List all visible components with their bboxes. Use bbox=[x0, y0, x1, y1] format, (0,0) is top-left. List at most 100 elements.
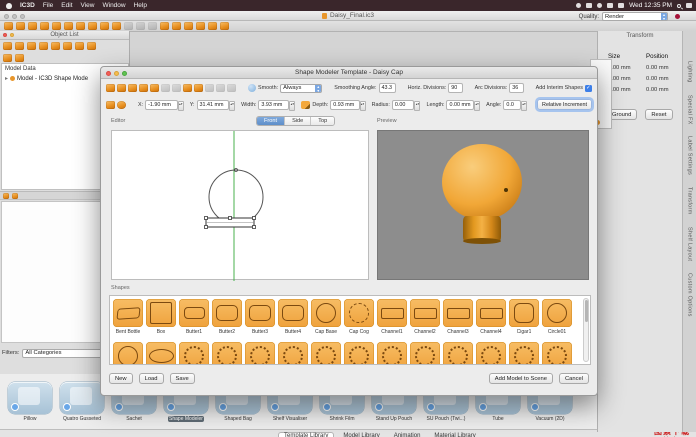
shape-bent[interactable]: Bent Bottle bbox=[113, 299, 143, 335]
record-icon[interactable] bbox=[675, 14, 680, 19]
side-tab-special-fx[interactable]: Special FX bbox=[687, 95, 693, 125]
shape-circle[interactable]: Cap Base bbox=[311, 299, 341, 335]
save-button[interactable]: Save bbox=[170, 373, 195, 384]
template-pillow[interactable]: Pillow bbox=[4, 382, 56, 422]
shape-flower[interactable] bbox=[377, 342, 407, 365]
menu-item-window[interactable]: Window bbox=[102, 2, 125, 9]
smoothing-angle-field[interactable]: 43.3 bbox=[379, 83, 396, 93]
minimize-icon[interactable] bbox=[114, 71, 119, 76]
filters-select[interactable]: All Categories▴▾ bbox=[22, 349, 108, 358]
cancel-button[interactable]: Cancel bbox=[559, 373, 589, 384]
shape-flower[interactable] bbox=[278, 342, 308, 365]
battery-icon[interactable] bbox=[618, 3, 624, 8]
toolbar-mirror[interactable] bbox=[100, 22, 109, 30]
shape-rrect[interactable]: Butter3 bbox=[245, 299, 275, 335]
quality-select[interactable]: Render▴▾ bbox=[602, 12, 668, 21]
side-tab-label-settings[interactable]: Label Settings bbox=[687, 136, 693, 175]
layers-layer-remove[interactable] bbox=[12, 193, 18, 199]
x-field[interactable]: -1.90 mm▴▾ bbox=[145, 100, 178, 110]
template-thumbnail[interactable] bbox=[8, 382, 52, 414]
edit-pencil-icon[interactable] bbox=[301, 101, 310, 109]
control-center-icon[interactable] bbox=[686, 3, 692, 8]
dlg-zoom-region[interactable] bbox=[128, 84, 137, 92]
length-field[interactable]: 0.00 mm▴▾ bbox=[446, 100, 474, 110]
position-z[interactable]: 0.00 mm bbox=[646, 87, 684, 93]
toolbar-new-document[interactable] bbox=[4, 22, 13, 30]
shape-flower[interactable] bbox=[212, 342, 242, 365]
position-y[interactable]: 0.00 mm bbox=[646, 76, 684, 82]
position-x[interactable]: 0.00 mm bbox=[646, 65, 684, 71]
shape-flower[interactable] bbox=[509, 342, 539, 365]
layers-layer-add[interactable] bbox=[3, 193, 9, 199]
toolbar-select-cursor[interactable] bbox=[40, 22, 49, 30]
toolbar-zoom[interactable] bbox=[52, 22, 61, 30]
shape-rrect[interactable]: Butter2 bbox=[212, 299, 242, 335]
shape-flower[interactable] bbox=[410, 342, 440, 365]
dlg-delete-shape[interactable] bbox=[194, 84, 203, 92]
dlg-add-shape[interactable] bbox=[183, 84, 192, 92]
objectlist-delete[interactable] bbox=[63, 42, 72, 50]
tab-template-library[interactable]: Template Library bbox=[278, 432, 334, 437]
close-icon[interactable] bbox=[106, 71, 111, 76]
shape-rect[interactable]: Channel2 bbox=[410, 299, 440, 335]
objectlist-ungroup[interactable] bbox=[39, 42, 48, 50]
keyboard-icon[interactable] bbox=[576, 3, 581, 8]
shape-flower[interactable] bbox=[311, 342, 341, 365]
relative-increment-button[interactable]: Relative Increment bbox=[537, 99, 592, 110]
toolbar-forward-arrow[interactable] bbox=[220, 22, 229, 30]
shape-circle[interactable] bbox=[113, 342, 143, 365]
shape-rrect[interactable]: Butter4 bbox=[278, 299, 308, 335]
dlg-fit-view[interactable] bbox=[150, 84, 159, 92]
objectlist-folder-open[interactable] bbox=[3, 54, 12, 62]
add-model-to-scene-button[interactable]: Add Model to Scene bbox=[489, 373, 553, 384]
menu-item-file[interactable]: File bbox=[43, 2, 53, 9]
dlg-pen[interactable] bbox=[227, 84, 236, 92]
side-tab-lighting[interactable]: Lighting bbox=[687, 61, 693, 83]
shape-rect[interactable]: Channel1 bbox=[377, 299, 407, 335]
shape-fill-icon[interactable] bbox=[106, 101, 115, 109]
y-field[interactable]: 31.41 mm▴▾ bbox=[197, 100, 230, 110]
add-interim-shapes-checkbox[interactable]: ✓ bbox=[585, 85, 592, 92]
side-tab-custom-options[interactable]: Custom Options bbox=[687, 273, 693, 317]
minimize-icon[interactable] bbox=[10, 33, 14, 37]
toolbar-pan[interactable] bbox=[76, 22, 85, 30]
toolbar-camera[interactable] bbox=[196, 22, 205, 30]
shape-flower[interactable] bbox=[476, 342, 506, 365]
toolbar-back-arrow[interactable] bbox=[208, 22, 217, 30]
menu-clock[interactable]: Wed 12:35 PM bbox=[629, 2, 672, 9]
load-button[interactable]: Load bbox=[139, 373, 164, 384]
dlg-select-cursor[interactable] bbox=[106, 84, 115, 92]
side-tab-shelf-layout[interactable]: Shelf Layout bbox=[687, 227, 693, 261]
objectlist-export[interactable] bbox=[15, 42, 24, 50]
dlg-zoom-in[interactable] bbox=[117, 84, 126, 92]
size-x[interactable]: 0.00 mm bbox=[608, 65, 646, 71]
wifi-icon[interactable] bbox=[607, 3, 613, 8]
display-icon[interactable] bbox=[586, 3, 592, 8]
toolbar-boolean[interactable] bbox=[112, 22, 121, 30]
shape-square[interactable]: Box bbox=[146, 299, 176, 335]
toolbar-distribute[interactable] bbox=[136, 22, 145, 30]
shape-ellipse[interactable] bbox=[146, 342, 176, 365]
apple-menu-icon[interactable] bbox=[6, 3, 12, 9]
toolbar-hand[interactable] bbox=[172, 22, 181, 30]
toolbar-save[interactable] bbox=[28, 22, 37, 30]
tab-material-library[interactable]: Material Library bbox=[429, 432, 480, 437]
zoom-window-icon[interactable] bbox=[20, 14, 25, 19]
objectlist-duplicate[interactable] bbox=[51, 42, 60, 50]
reset-button[interactable]: Reset bbox=[645, 109, 672, 120]
menu-item-view[interactable]: View bbox=[81, 2, 95, 9]
angle-field[interactable]: 0.0▴▾ bbox=[503, 100, 521, 110]
tab-side[interactable]: Side bbox=[285, 117, 311, 125]
toolbar-open-folder[interactable] bbox=[16, 22, 25, 30]
toolbar-material[interactable] bbox=[184, 22, 193, 30]
dlg-curve[interactable] bbox=[216, 84, 225, 92]
shape-cog[interactable]: Cap Cog bbox=[344, 299, 374, 335]
radius-field[interactable]: 0.00▴▾ bbox=[392, 100, 415, 110]
toolbar-align[interactable] bbox=[124, 22, 133, 30]
shape-rrect-big[interactable]: Cigar1 bbox=[509, 299, 539, 335]
dlg-orbit[interactable] bbox=[139, 84, 148, 92]
shape-flower[interactable] bbox=[344, 342, 374, 365]
shape-rect[interactable]: Channel3 bbox=[443, 299, 473, 335]
depth-field[interactable]: 0.93 mm▴▾ bbox=[330, 100, 359, 110]
menu-item-edit[interactable]: Edit bbox=[61, 2, 72, 9]
